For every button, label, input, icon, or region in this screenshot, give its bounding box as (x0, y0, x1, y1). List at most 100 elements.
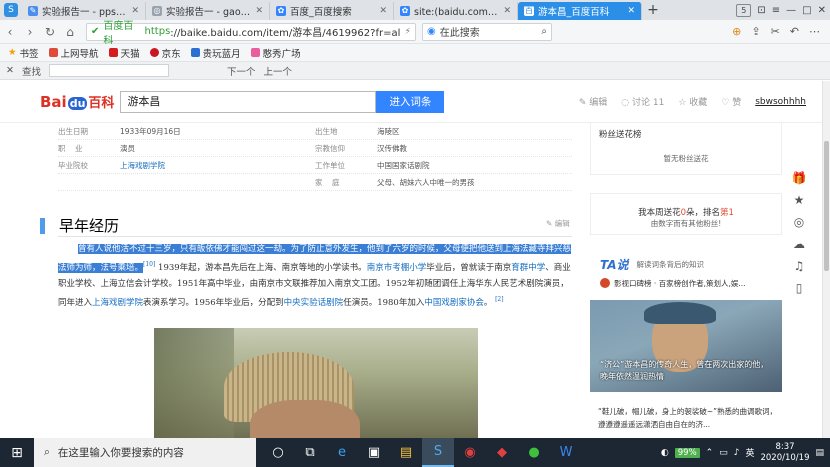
reference-link[interactable]: [2] (495, 296, 504, 303)
upload-icon[interactable]: ⇪ (751, 25, 760, 38)
search-engine-icon[interactable]: ◉ (427, 26, 436, 37)
ta-description[interactable]: “鞋儿破，帽儿破，身上的袈裟破~”熟悉的曲调歌词，遵遵遵遥遥远潇洒自由自在的济.… (598, 405, 778, 431)
baike-logo[interactable]: Bai du 百科 (40, 92, 114, 111)
photos-icon[interactable]: ▣ (358, 438, 390, 467)
basic-info-table: 出生日期 1933年09月16日 出生地 海陵区 职 业 演员 宗教信仰 汉传佛… (58, 123, 572, 191)
ime-icon[interactable]: 英 (745, 446, 754, 459)
url-input[interactable]: ✔ 百度百科 https://baike.baidu.com/item/游本昌/… (86, 21, 416, 47)
explorer-icon[interactable]: ▤ (390, 438, 422, 467)
browser-taskbar-icon[interactable]: S (422, 438, 454, 467)
system-clock[interactable]: 8:37 2020/10/19 (760, 442, 809, 464)
app-icon[interactable]: ◆ (486, 438, 518, 467)
ta-say-subtitle: 解读词条背后的知识 (636, 260, 705, 269)
window-controls: 5 ⊡ ≡ — □ ✕ (736, 0, 830, 20)
page-icon: ◎ (152, 6, 162, 16)
fans-empty-text: 暂无粉丝送花 (663, 154, 709, 163)
star-icon: ★ (8, 47, 17, 58)
search-icon[interactable]: ⌕ (541, 26, 547, 37)
association-link[interactable]: 中国戏剧家协会 (424, 298, 484, 308)
page-scrollbar[interactable] (822, 81, 830, 438)
find-next-button[interactable]: 下一个 (227, 64, 256, 78)
edge-icon[interactable]: e (326, 438, 358, 467)
find-input[interactable] (48, 64, 169, 77)
bell-icon[interactable]: ♫ (791, 258, 807, 274)
article-photo[interactable] (154, 328, 478, 438)
find-bar: ✕ 查找 下一个 上一个 (0, 62, 830, 80)
favorite-action[interactable]: ☆ 收藏 (678, 95, 707, 108)
network-icon[interactable]: ▭ (719, 448, 728, 458)
bookmark-item[interactable]: 天猫 (108, 46, 140, 60)
find-close-icon[interactable]: ✕ (6, 65, 14, 76)
volume-icon[interactable]: ♪ (734, 448, 740, 458)
section-edit-button[interactable]: ✎ 编辑 (546, 218, 570, 229)
reference-link[interactable]: [10] (143, 261, 155, 268)
bookmark-star[interactable]: ★ 书签 (8, 46, 39, 60)
school-link[interactable]: 上海戏剧学院 (92, 298, 143, 308)
music-icon[interactable]: ◉ (454, 438, 486, 467)
close-icon[interactable]: ✕ (379, 6, 387, 16)
theater-link[interactable]: 中央实验话剧院 (284, 298, 344, 308)
wps-icon[interactable]: W (550, 438, 582, 467)
lightning-icon[interactable]: ⚡ (405, 27, 411, 37)
show-icon (250, 48, 260, 57)
close-icon[interactable]: ✕ (503, 6, 511, 16)
undo-icon[interactable]: ↶ (790, 25, 799, 38)
windows-start-icon[interactable]: ⊞ (0, 438, 34, 467)
close-icon[interactable]: ✕ (627, 6, 635, 16)
notification-icon[interactable]: ▤ (815, 448, 824, 458)
bookmark-item[interactable]: 贵玩蓝月 (190, 46, 241, 60)
tray-app-icon[interactable]: ◐ (661, 448, 669, 458)
home-icon[interactable]: ⌂ (60, 25, 80, 39)
battery-indicator[interactable]: 99% (674, 447, 700, 458)
close-icon[interactable]: ✕ (131, 6, 139, 16)
weibo-icon[interactable]: ◎ (791, 214, 807, 230)
task-view-icon[interactable]: ⧉ (294, 438, 326, 467)
scissors-icon[interactable]: ✂ (771, 25, 780, 38)
school-link[interactable]: 南京市考棚小学 (367, 263, 427, 273)
new-tab-button[interactable]: + (642, 2, 664, 20)
fans-flower-box: 粉丝送花榜 暂无粉丝送花 (590, 123, 782, 175)
tab-2[interactable]: ◎ 实验报告一 - gaojianpps ✕ (146, 2, 270, 20)
bookmark-item[interactable]: 上网导航 (48, 46, 99, 60)
tab-5-active[interactable]: 百 游本昌_百度百科 ✕ (518, 2, 642, 20)
tab-4[interactable]: ✿ site:(baidu.com) 6月28日 ✕ (394, 2, 518, 20)
wechat-icon[interactable]: ● (518, 438, 550, 467)
bookmark-item[interactable]: 京东 (149, 46, 181, 60)
edit-action[interactable]: ✎ 编辑 (579, 95, 607, 108)
bookmark-item[interactable]: 憨秀广场 (250, 46, 301, 60)
window-close-icon[interactable]: ✕ (818, 5, 826, 16)
refresh-icon[interactable]: ↻ (40, 25, 60, 39)
enter-entry-button[interactable]: 进入词条 (376, 90, 445, 113)
cortana-icon[interactable]: ○ (262, 438, 294, 467)
minimize-icon[interactable]: — (786, 5, 796, 16)
phone-icon[interactable]: ▯ (791, 280, 807, 296)
forward-icon[interactable]: › (20, 25, 40, 39)
gift-icon[interactable]: 🎁 (791, 170, 807, 186)
chevron-up-icon[interactable]: ⌃ (706, 448, 714, 458)
tab-count-badge[interactable]: 5 (736, 3, 752, 17)
wechat-icon[interactable]: ☁ (791, 236, 807, 252)
school-link[interactable]: 上海戏剧学院 (120, 160, 315, 171)
username-link[interactable]: sbwsohhhh (755, 97, 806, 107)
like-action[interactable]: ♡ 赞 (721, 95, 741, 108)
maximize-icon[interactable]: □ (802, 5, 811, 16)
tools-icon[interactable]: ⋯ (809, 25, 820, 38)
baike-header: Bai du 百科 游本昌 进入词条 ✎ 编辑 ◌ 讨论 11 ☆ 收藏 ♡ 赞… (0, 81, 822, 123)
discuss-action[interactable]: ◌ 讨论 11 (621, 95, 664, 108)
gift-icon[interactable]: ⊡ (757, 5, 765, 16)
download-icon[interactable]: ⊕ (732, 25, 741, 38)
star-icon[interactable]: ★ (791, 192, 807, 208)
school-link[interactable]: 育群中学 (511, 263, 545, 273)
browser-logo-icon[interactable]: S (0, 0, 22, 20)
taskbar-search-input[interactable]: ⌕ 在这里输入你要搜索的内容 (34, 438, 256, 467)
tab-3[interactable]: ✿ 百度_百度搜索 ✕ (270, 2, 394, 20)
browser-search-input[interactable]: ◉ 在此搜索 ⌕ (422, 22, 552, 41)
baike-search-input[interactable]: 游本昌 (120, 90, 377, 113)
find-prev-button[interactable]: 上一个 (264, 64, 293, 78)
back-icon[interactable]: ‹ (0, 25, 20, 39)
game-icon (190, 48, 200, 57)
ta-author-row[interactable]: 影视口碑榜 · 百家榜创作者,策划人,娱... (600, 275, 782, 291)
close-icon[interactable]: ✕ (255, 6, 263, 16)
scrollbar-thumb[interactable] (824, 141, 829, 271)
menu-icon[interactable]: ≡ (772, 5, 780, 16)
